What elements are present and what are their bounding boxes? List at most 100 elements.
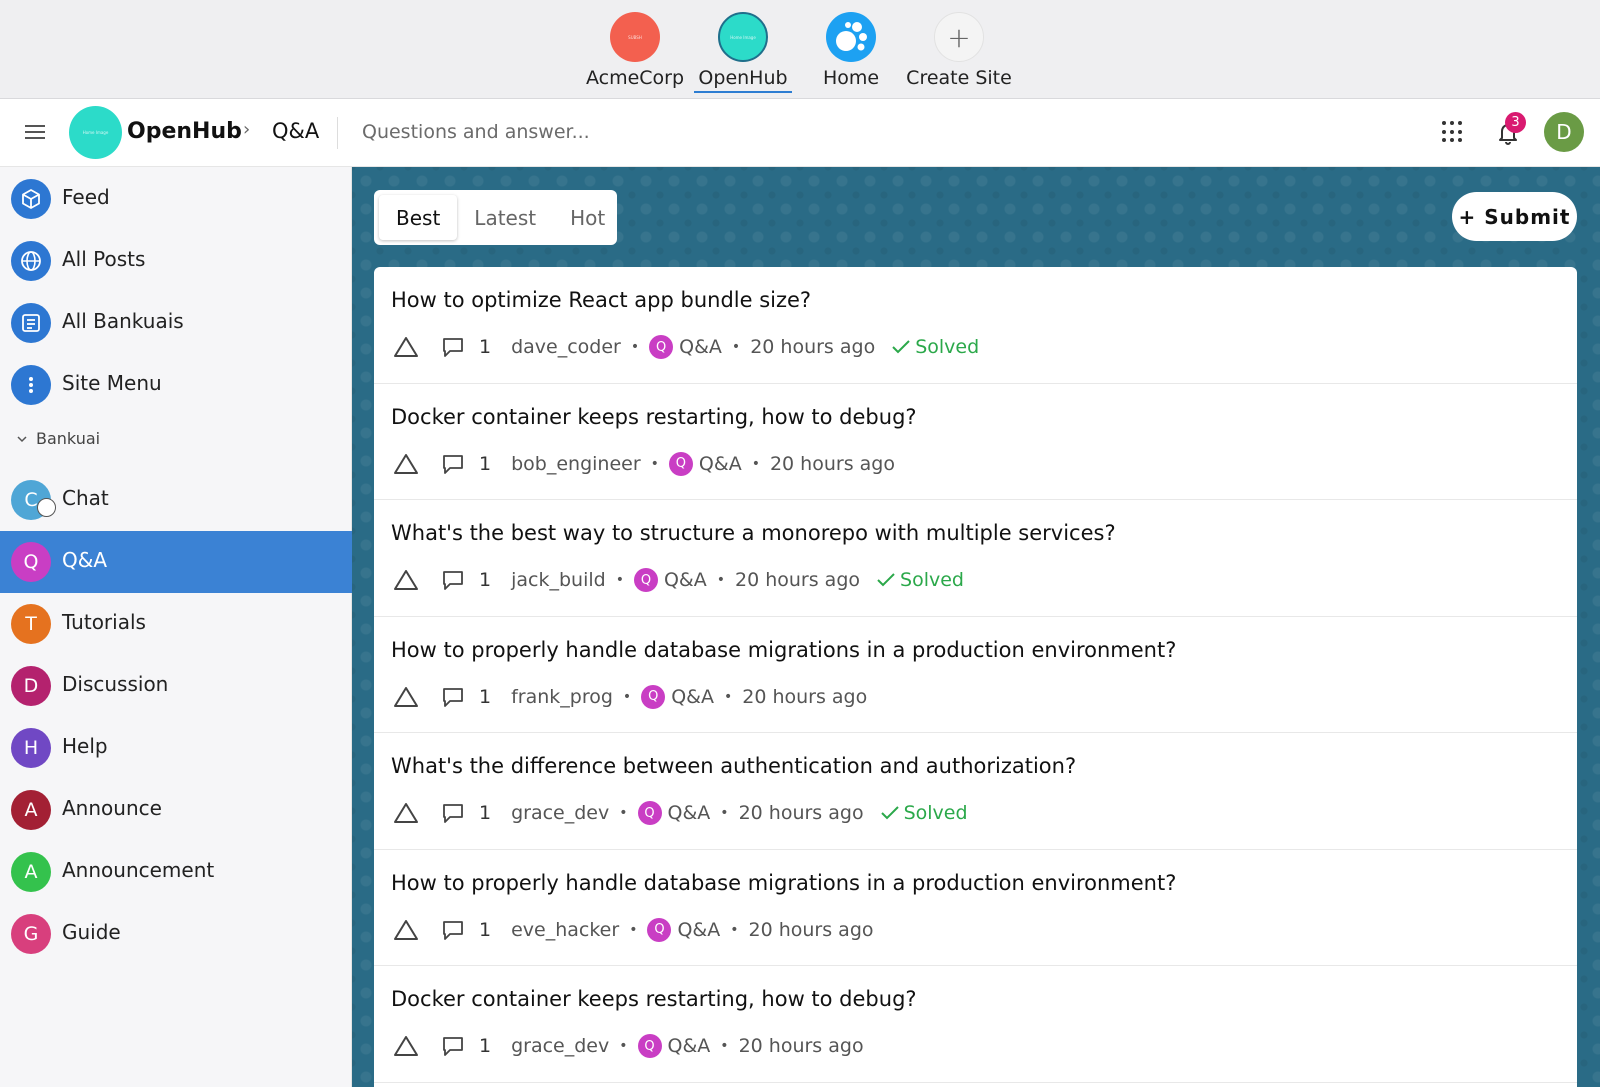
post-author[interactable]: grace_dev <box>511 1035 609 1057</box>
post-time: 20 hours ago <box>742 685 868 708</box>
sidebar-item-all-bankuais[interactable]: All Bankuais <box>0 292 352 354</box>
notification-badge: 3 <box>1505 112 1526 133</box>
post-title[interactable]: How to properly handle database migratio… <box>391 638 1176 662</box>
post-title[interactable]: Docker container keeps restarting, how t… <box>391 987 917 1011</box>
comment-icon[interactable] <box>441 686 465 708</box>
sidebar-item-all-posts[interactable]: All Posts <box>0 230 352 292</box>
separator-dot: • <box>619 805 628 821</box>
post-community[interactable]: Q&A <box>677 919 720 941</box>
post-time: 20 hours ago <box>748 918 874 941</box>
comment-icon[interactable] <box>441 919 465 941</box>
community-icon: Q <box>633 568 658 592</box>
post-title[interactable]: How to optimize React app bundle size? <box>391 288 811 312</box>
post-community[interactable]: Q&A <box>668 802 711 824</box>
site-label: Create Site <box>906 67 1012 89</box>
post-title[interactable]: What's the difference between authentica… <box>391 754 1076 778</box>
comment-count: 1 <box>479 569 492 591</box>
post-title[interactable]: Docker container keeps restarting, how t… <box>391 405 917 429</box>
create-site-button[interactable]: + Create Site <box>899 12 1019 91</box>
sidebar-item-site-menu[interactable]: Site Menu <box>0 354 352 416</box>
post-meta: 1 frank_prog • Q Q&A • 20 hours ago <box>393 684 868 709</box>
tab-latest[interactable]: Latest <box>457 195 553 240</box>
community-icon: Q <box>11 542 51 582</box>
sidebar-item-label: All Bankuais <box>62 309 184 333</box>
upvote-icon[interactable] <box>393 919 419 941</box>
sidebar-item-label: Chat <box>62 486 109 510</box>
tab-hot[interactable]: Hot <box>553 195 622 240</box>
upvote-icon[interactable] <box>393 686 419 708</box>
post-author[interactable]: bob_engineer <box>511 453 641 475</box>
home-logo-icon <box>826 12 876 62</box>
sidebar-item-help[interactable]: H Help <box>0 717 352 779</box>
site-logo[interactable]: Home Image <box>69 106 122 159</box>
comment-count: 1 <box>479 802 492 824</box>
post-item: What's the best way to structure a monor… <box>374 500 1577 617</box>
upvote-icon[interactable] <box>393 1035 419 1057</box>
post-time: 20 hours ago <box>738 1035 864 1057</box>
community-icon: Q <box>637 1034 662 1058</box>
solved-status: Solved <box>891 336 979 358</box>
sidebar-item-chat[interactable]: C Chat <box>0 469 352 531</box>
sidebar-item-announcement[interactable]: A Announcement <box>0 841 352 903</box>
post-title[interactable]: What's the best way to structure a monor… <box>391 521 1116 545</box>
breadcrumb[interactable]: Q&A <box>272 119 319 143</box>
upvote-icon[interactable] <box>393 336 419 358</box>
post-author[interactable]: jack_build <box>511 569 606 591</box>
comment-icon[interactable] <box>441 569 465 591</box>
sidebar-item-qa[interactable]: Q Q&A <box>0 531 352 593</box>
comment-icon[interactable] <box>441 453 465 475</box>
bankuai-section-toggle[interactable]: Bankuai <box>16 429 100 448</box>
post-author[interactable]: grace_dev <box>511 802 609 824</box>
post-community[interactable]: Q&A <box>671 686 714 708</box>
community-icon: Q <box>649 335 674 359</box>
comment-icon[interactable] <box>441 336 465 358</box>
sidebar-item-label: Discussion <box>62 672 169 696</box>
post-author[interactable]: dave_coder <box>511 336 621 358</box>
upvote-icon[interactable] <box>393 453 419 475</box>
site-home[interactable]: Home <box>791 12 911 91</box>
separator-dot: • <box>720 805 729 821</box>
sidebar-item-guide[interactable]: G Guide <box>0 903 352 965</box>
site-acmecorp[interactable]: SUBSH AcmeCorp <box>575 12 695 91</box>
sidebar-item-label: Q&A <box>62 548 108 572</box>
divider <box>337 117 338 149</box>
sidebar-item-announce[interactable]: A Announce <box>0 779 352 841</box>
post-community[interactable]: Q&A <box>668 1035 711 1057</box>
top-header: Home Image OpenHub › Q&A Questions and a… <box>0 99 1600 167</box>
sidebar-item-tutorials[interactable]: T Tutorials <box>0 593 352 655</box>
sidebar-item-feed[interactable]: Feed <box>0 168 352 230</box>
post-title[interactable]: How to properly handle database migratio… <box>391 871 1176 895</box>
separator-dot: • <box>730 921 739 938</box>
community-description: Questions and answer... <box>362 121 590 143</box>
post-community[interactable]: Q&A <box>664 569 707 591</box>
site-name[interactable]: OpenHub <box>127 119 242 144</box>
upvote-icon[interactable] <box>393 569 419 591</box>
separator-dot: • <box>629 921 638 938</box>
site-openhub[interactable]: Home Image OpenHub <box>683 12 803 93</box>
comment-icon[interactable] <box>441 1035 465 1057</box>
community-icon: Q <box>647 917 672 942</box>
submit-button[interactable]: + Submit <box>1452 192 1577 241</box>
post-item: What's the difference between authentica… <box>374 733 1577 850</box>
upvote-icon[interactable] <box>393 802 419 824</box>
comment-icon[interactable] <box>441 802 465 824</box>
post-item: How to optimize React app bundle size? 1… <box>374 267 1577 384</box>
sidebar-item-label: Announce <box>62 796 162 820</box>
more-vertical-icon <box>11 365 51 405</box>
apps-grid-icon[interactable] <box>1442 121 1464 143</box>
check-icon <box>880 806 899 820</box>
cube-icon <box>11 179 51 219</box>
sidebar-item-discussion[interactable]: D Discussion <box>0 655 352 717</box>
post-community[interactable]: Q&A <box>679 336 722 358</box>
community-icon: A <box>11 790 51 830</box>
sidebar: Feed All Posts All Bankuais Site Menu Ba… <box>0 167 352 1087</box>
openhub-logo: Home Image <box>718 12 768 62</box>
post-author[interactable]: eve_hacker <box>511 919 619 941</box>
tab-best[interactable]: Best <box>379 195 458 240</box>
post-community[interactable]: Q&A <box>699 453 742 475</box>
menu-icon[interactable] <box>25 122 45 140</box>
comment-count: 1 <box>479 685 492 708</box>
solved-label: Solved <box>915 336 980 358</box>
user-avatar[interactable]: D <box>1544 112 1584 152</box>
post-author[interactable]: frank_prog <box>511 686 613 708</box>
